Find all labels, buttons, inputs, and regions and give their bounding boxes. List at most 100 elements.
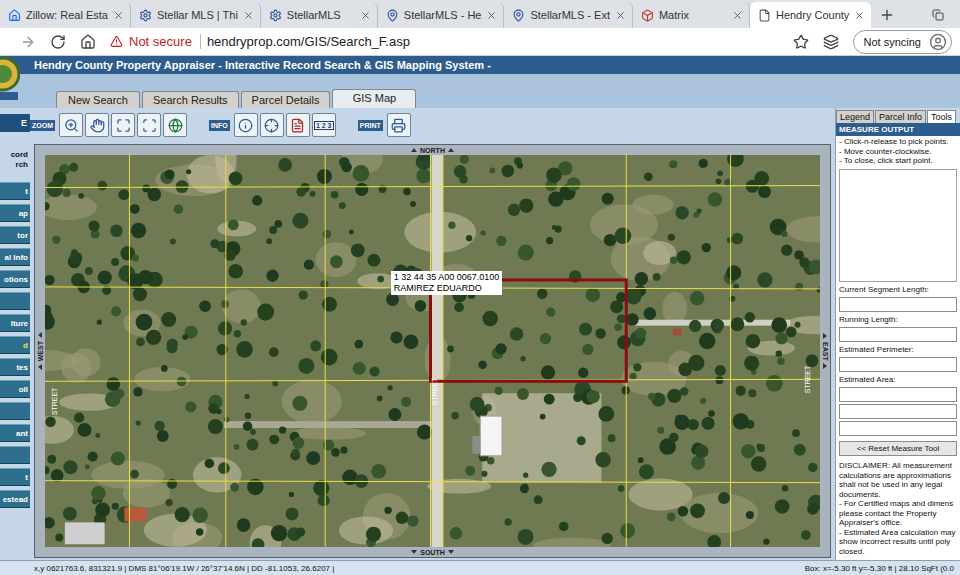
sidebar-item[interactable] — [0, 446, 30, 464]
field-input[interactable] — [839, 357, 957, 372]
sidebar-item[interactable] — [0, 402, 30, 420]
sidebar-item[interactable]: lture — [0, 314, 30, 332]
tool-button[interactable] — [286, 113, 310, 137]
panel-tab[interactable]: Tools — [927, 110, 956, 123]
site-tab[interactable]: Parcel Details — [241, 91, 331, 108]
tool-button[interactable]: 1 2 3 — [312, 113, 336, 137]
browser-tab[interactable]: Hendry County — [750, 2, 871, 28]
sidebar-item[interactable]: otions — [0, 270, 30, 288]
aerial-map[interactable]: STREETSTREETSTREET — [45, 155, 820, 547]
tool-group-label: ZOOM — [30, 120, 55, 131]
identify-icon — [264, 118, 279, 133]
status-bar: x,y 0621763.6, 831321.9 | DMS 81°06'19.1… — [0, 560, 960, 575]
field-input[interactable] — [839, 297, 957, 312]
matrix-icon — [641, 9, 654, 22]
new-tab-button[interactable] — [871, 2, 903, 28]
stellar-gear-icon — [269, 9, 282, 22]
url-field[interactable]: Not securehendryprop.com/GIS/Search_F.as… — [110, 34, 779, 49]
close-icon[interactable] — [360, 10, 371, 21]
restore-button[interactable] — [924, 2, 952, 28]
browser-tab[interactable]: StellarMLS - Ext — [504, 2, 632, 28]
tab-label: Matrix — [659, 9, 727, 21]
home-icon[interactable] — [80, 34, 96, 50]
field-label: Estimated Perimeter: — [836, 344, 960, 356]
compass-east[interactable]: EAST — [820, 155, 830, 547]
plus-icon — [879, 7, 895, 23]
sidebar: Ecordrchtaptoral Infootionslturedtesolla… — [0, 108, 30, 560]
panel-tab[interactable]: Parcel Info — [875, 110, 926, 123]
county-seal — [0, 54, 20, 102]
site-tab[interactable]: New Search — [56, 91, 140, 108]
tab-label: Stellar MLS | Thi — [157, 9, 238, 21]
map-canvas[interactable]: STREETSTREETSTREET1 32 44 35 A00 0067.01… — [45, 155, 820, 547]
report-icon — [290, 118, 305, 133]
tool-button[interactable] — [260, 113, 284, 137]
globe-icon — [168, 118, 183, 133]
close-icon[interactable] — [486, 10, 497, 21]
address-bar: Not securehendryprop.com/GIS/Search_F.as… — [0, 28, 960, 56]
close-icon[interactable] — [615, 10, 626, 21]
sidebar-item[interactable]: t — [0, 468, 30, 486]
compass-west[interactable]: WEST — [35, 155, 45, 547]
tab-label: StellarMLS — [287, 9, 355, 21]
compass-north[interactable]: NORTH — [35, 145, 830, 155]
browser-tab[interactable]: StellarMLS - He — [378, 2, 505, 28]
tool-group-label: INFO — [209, 120, 230, 131]
close-icon[interactable] — [113, 10, 124, 21]
sidebar-item[interactable]: tor — [0, 226, 30, 244]
printer-icon — [391, 118, 406, 133]
tool-button[interactable] — [163, 113, 187, 137]
reset-measure-button[interactable]: << Reset Measure Tool — [839, 441, 957, 456]
sidebar-item[interactable]: ap — [0, 204, 30, 222]
coordinates: x,y 0621763.6, 831321.9 | DMS 81°06'19.1… — [34, 564, 334, 573]
close-icon[interactable] — [854, 10, 865, 21]
tool-button[interactable] — [387, 113, 411, 137]
browser-tab[interactable]: Stellar MLS | Thi — [131, 2, 261, 28]
field-input[interactable] — [839, 387, 957, 402]
field-input[interactable] — [839, 421, 957, 436]
panel-tab[interactable]: Legend — [836, 110, 874, 123]
sidebar-item[interactable]: estead — [0, 490, 30, 508]
measure-field: Current Segment Length: — [836, 284, 960, 314]
sidebar-item[interactable]: t — [0, 182, 30, 200]
tab-strip: Zillow: Real Esta Stellar MLS | Thi Stella… — [0, 0, 960, 28]
profile-button[interactable]: Not syncing — [853, 30, 952, 54]
site-tab[interactable]: Search Results — [142, 91, 239, 108]
stellar-pin-icon — [386, 9, 399, 22]
tool-group: ZOOM — [30, 113, 187, 137]
close-icon[interactable] — [732, 10, 743, 21]
sidebar-item[interactable] — [0, 292, 30, 310]
sidebar-item[interactable]: oll — [0, 380, 30, 398]
field-input[interactable] — [839, 327, 957, 342]
tool-button[interactable] — [111, 113, 135, 137]
refresh-icon[interactable] — [50, 34, 66, 50]
tool-button[interactable] — [59, 113, 83, 137]
panel-header: MEASURE OUTPUT — [836, 123, 960, 136]
field-input[interactable] — [839, 404, 957, 419]
tool-button[interactable] — [137, 113, 161, 137]
stellar-gear-icon — [139, 9, 152, 22]
tool-button[interactable] — [234, 113, 258, 137]
sidebar-item[interactable]: tes — [0, 358, 30, 376]
sidebar-item[interactable]: ant — [0, 424, 30, 442]
forward-arrow-icon[interactable] — [20, 34, 36, 50]
tool-group: PRINT — [358, 113, 411, 137]
street-label: STREET — [51, 387, 58, 415]
sidebar-item[interactable]: al Info — [0, 248, 30, 266]
measurement: Box: x=-5.30 ft y=-5.30 ft | 28.10 SqFt … — [805, 564, 954, 573]
close-icon[interactable] — [243, 10, 254, 21]
compass-south[interactable]: SOUTH — [35, 547, 830, 557]
star-icon[interactable] — [793, 34, 809, 50]
collections-icon[interactable] — [823, 34, 839, 50]
sidebar-item[interactable]: d — [0, 336, 30, 354]
panel-tabs: LegendParcel InfoTools — [836, 108, 960, 123]
site-tab[interactable]: GIS Map — [332, 89, 416, 108]
restore-window-icon — [932, 9, 944, 21]
browser-tab[interactable]: Zillow: Real Esta — [0, 2, 131, 28]
sidebar-caption: cordrch — [0, 136, 30, 178]
user-avatar-icon — [929, 33, 947, 51]
browser-tab[interactable]: Matrix — [633, 2, 750, 28]
browser-tab[interactable]: StellarMLS — [261, 2, 378, 28]
tab-label: StellarMLS - He — [404, 9, 482, 21]
tool-button[interactable] — [85, 113, 109, 137]
